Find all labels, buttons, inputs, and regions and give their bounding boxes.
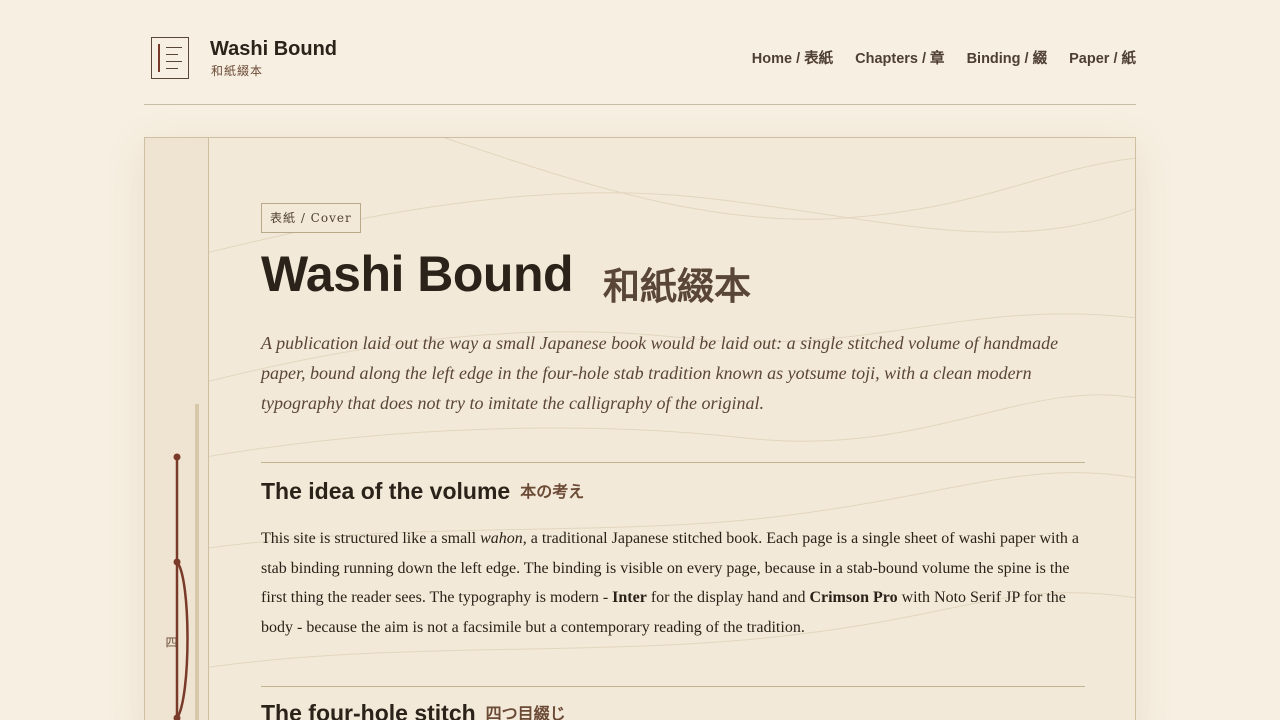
page-title-jp: 和紙綴本	[603, 265, 751, 308]
section-tag: 表紙 / Cover	[261, 203, 361, 233]
nav-home[interactable]: Home / 表紙	[752, 47, 833, 68]
book-page: 四 表紙 / Cover Washi Bound 和紙綴本 A publicat…	[144, 137, 1136, 720]
spine-label: 四	[164, 636, 178, 648]
nav-paper[interactable]: Paper / 紙	[1069, 47, 1136, 68]
section-heading: The idea of the volume 本の考え	[261, 478, 584, 505]
lede-paragraph: A publication laid out the way a small J…	[261, 333, 1059, 413]
section-heading-text: The idea of the volume	[261, 478, 511, 504]
body-font-crimson: Crimson Pro	[809, 589, 898, 606]
logo-icon[interactable]	[151, 37, 189, 79]
page-title: Washi Bound	[261, 246, 574, 302]
section-divider	[261, 686, 1085, 687]
body-text-1: This site is structured like a small	[261, 530, 481, 547]
section-heading-jp: 本の考え	[520, 482, 585, 501]
binding-spine: 四	[145, 138, 209, 720]
site-header: Washi Bound 和紙綴本 Home / 表紙 Chapters / 章 …	[144, 0, 1136, 105]
body-text-3: for the display hand and	[646, 589, 810, 606]
section-heading-jp: 四つ目綴じ	[485, 704, 566, 720]
section-divider	[261, 462, 1085, 463]
brand-subtitle: 和紙綴本	[211, 64, 264, 78]
body-term-wahon: wahon	[480, 530, 523, 547]
section-body: This site is structured like a small wah…	[261, 524, 1085, 642]
brand-title[interactable]: Washi Bound	[210, 38, 337, 61]
body-font-inter: Inter	[612, 589, 647, 606]
stab-binding-icon	[173, 404, 199, 720]
section-heading: The four-hole stitch 四つ目綴じ	[261, 700, 566, 720]
main-nav: Home / 表紙 Chapters / 章 Binding / 綴 Paper…	[752, 47, 1136, 68]
nav-binding[interactable]: Binding / 綴	[967, 47, 1048, 68]
nav-chapters[interactable]: Chapters / 章	[855, 47, 944, 68]
section-heading-text: The four-hole stitch	[261, 700, 476, 720]
